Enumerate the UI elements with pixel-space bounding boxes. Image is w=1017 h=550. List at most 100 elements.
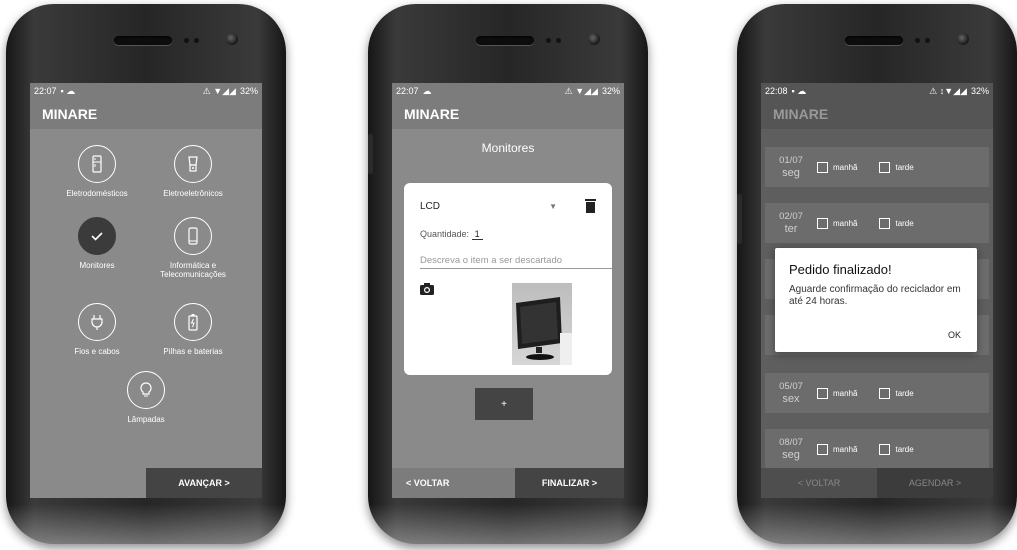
plug-icon: [78, 303, 116, 341]
checkbox-box[interactable]: [879, 443, 891, 455]
status-bar: 22:08 ▪ ☁ ⚠ ↕▼◢◢ 32%: [761, 83, 993, 99]
category-eletroeletronicos[interactable]: Eletroeletrônicos: [148, 145, 238, 198]
speaker: [114, 36, 172, 45]
sensor: [546, 38, 551, 43]
quantity-value[interactable]: 1: [471, 229, 483, 240]
day-weekday: sex: [782, 392, 800, 405]
phone-icon: [174, 217, 212, 255]
quantity-label: Quantidade:: [420, 229, 470, 239]
screen-categories: 22:07 ▪ ☁ ⚠ ▼◢◢ 32% MINARE Eletrodoméstico…: [30, 83, 262, 498]
dialog-title: Pedido finalizado!: [789, 262, 892, 277]
front-camera: [957, 33, 969, 45]
description-input[interactable]: Descreva o item a ser descartado: [420, 255, 612, 269]
volume-button: [737, 194, 742, 244]
next-button[interactable]: AVANÇAR >: [146, 468, 262, 498]
day-date-value: 05/07: [779, 380, 803, 392]
checkbox-box[interactable]: [817, 387, 828, 399]
day-date: 05/07 sex: [765, 381, 817, 406]
day-row: 08/07 seg manhã tarde: [765, 429, 989, 469]
camera-icon[interactable]: [420, 283, 434, 295]
afternoon-checkbox[interactable]: tarde: [879, 161, 914, 173]
morning-label: manhã: [833, 162, 858, 172]
dialog-message: Aguarde confirmação do reciclador em até…: [789, 284, 961, 307]
footer-spacer: [30, 468, 146, 498]
day-date-value: 02/07: [779, 210, 803, 222]
morning-label: manhã: [833, 444, 858, 454]
signal-icon: ⚠ ▼◢◢: [202, 85, 236, 96]
type-value: LCD: [420, 200, 441, 212]
screen-schedule: 22:08 ▪ ☁ ⚠ ↕▼◢◢ 32% MINARE 01/07 seg manhã…: [761, 83, 993, 498]
back-button[interactable]: < VOLTAR: [761, 468, 877, 498]
checkbox-box[interactable]: [817, 217, 828, 229]
app-title: MINARE: [761, 99, 993, 129]
app-title: MINARE: [30, 99, 262, 129]
afternoon-label: tarde: [895, 388, 914, 398]
checkbox-box[interactable]: [817, 161, 828, 173]
status-time: 22:07: [396, 86, 419, 96]
afternoon-checkbox[interactable]: tarde: [879, 387, 914, 399]
category-label: Pilhas e baterias: [163, 347, 223, 356]
notification-icon: ▪ ☁: [60, 85, 76, 96]
category-fios[interactable]: Fios e cabos: [52, 303, 142, 356]
app-title: MINARE: [392, 99, 624, 129]
day-weekday: ter: [784, 222, 798, 235]
battery-icon: [174, 303, 212, 341]
dialog-ok-button[interactable]: OK: [948, 330, 961, 340]
quantity-field[interactable]: Quantidade: 1: [420, 229, 483, 240]
day-row: 01/07 seg manhã tarde: [765, 147, 989, 187]
check-icon: [78, 217, 116, 255]
blender-icon: [174, 145, 212, 183]
morning-checkbox[interactable]: manhã: [817, 217, 857, 229]
speaker: [845, 36, 903, 45]
morning-checkbox[interactable]: manhã: [817, 387, 857, 399]
day-date-value: 01/07: [779, 154, 803, 166]
checkbox-box[interactable]: [817, 443, 828, 455]
front-camera: [226, 33, 238, 45]
category-label: Eletrodomésticos: [66, 189, 128, 198]
lightbulb-icon: [127, 371, 165, 409]
checkbox-box[interactable]: [879, 217, 891, 229]
category-label: Lâmpadas: [127, 415, 165, 424]
category-lampadas[interactable]: Lâmpadas: [101, 371, 191, 424]
sensor: [194, 38, 199, 43]
sensor: [925, 38, 930, 43]
category-monitores[interactable]: Monitores: [52, 217, 142, 270]
battery-level: 32%: [601, 86, 620, 96]
phone-1: 22:07 ▪ ☁ ⚠ ▼◢◢ 32% MINARE Eletrodoméstico…: [6, 4, 286, 544]
notification-icon: ☁: [422, 85, 432, 96]
afternoon-checkbox[interactable]: tarde: [879, 217, 914, 229]
category-eletrodomesticos[interactable]: Eletrodomésticos: [52, 145, 142, 198]
day-weekday: seg: [782, 166, 800, 179]
schedule-button[interactable]: AGENDAR >: [877, 468, 993, 498]
day-date: 02/07 ter: [765, 211, 817, 236]
speaker: [476, 36, 534, 45]
status-time: 22:08: [765, 86, 788, 96]
category-pilhas[interactable]: Pilhas e baterias: [148, 303, 238, 356]
type-select[interactable]: LCD ▼: [420, 199, 596, 213]
signal-icon: ⚠ ↕▼◢◢: [929, 85, 967, 96]
afternoon-label: tarde: [895, 218, 914, 228]
afternoon-checkbox[interactable]: tarde: [879, 443, 914, 455]
status-bar: 22:07 ▪ ☁ ⚠ ▼◢◢ 32%: [30, 83, 262, 99]
checkbox-box[interactable]: [879, 161, 891, 173]
day-row: 05/07 sex manhã tarde: [765, 373, 989, 413]
phone-3: 22:08 ▪ ☁ ⚠ ↕▼◢◢ 32% MINARE 01/07 seg manhã…: [737, 4, 1017, 544]
category-informatica[interactable]: Informática e Telecomunicações: [148, 217, 238, 279]
afternoon-label: tarde: [895, 444, 914, 454]
phone-2: 22:07 ☁ ⚠ ▼◢◢ 32% MINARE Monitores LCD ▼ Q…: [368, 4, 648, 544]
back-button[interactable]: < VOLTAR: [392, 468, 515, 498]
finish-button[interactable]: FINALIZAR >: [515, 468, 624, 498]
notification-icon: ▪ ☁: [791, 85, 807, 96]
page-title: Monitores: [481, 141, 535, 155]
volume-button: [368, 134, 373, 174]
morning-checkbox[interactable]: manhã: [817, 443, 858, 455]
sensor: [184, 38, 189, 43]
sensor: [915, 38, 920, 43]
morning-checkbox[interactable]: manhã: [817, 161, 858, 173]
item-photo: [512, 283, 572, 365]
day-row: 02/07 ter manhã tarde: [765, 203, 989, 243]
category-label: Fios e cabos: [74, 347, 120, 356]
trash-icon[interactable]: [585, 199, 596, 213]
add-item-button[interactable]: +: [475, 388, 533, 420]
checkbox-box[interactable]: [879, 387, 891, 399]
